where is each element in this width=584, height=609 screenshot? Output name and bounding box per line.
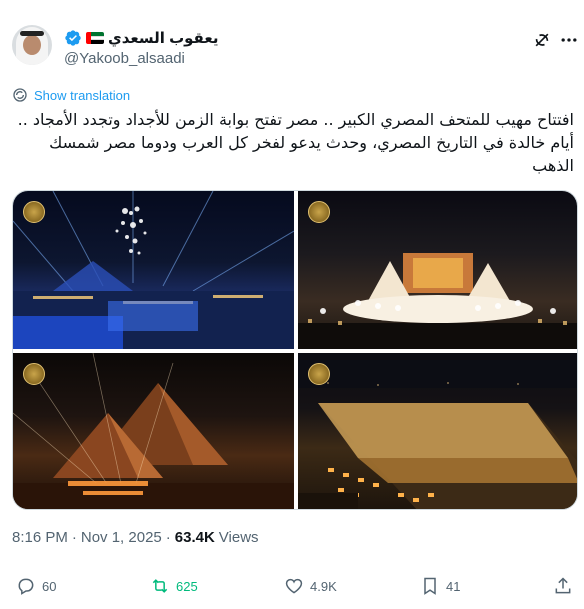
tweet-text: افتتاح مهيب للمتحف المصري الكبير .. مصر … xyxy=(12,108,574,177)
photo-pyramids-illuminated[interactable] xyxy=(13,353,294,509)
photo-museum-aerial[interactable] xyxy=(298,353,577,509)
media-grid xyxy=(12,190,578,510)
uae-flag-icon xyxy=(86,32,104,44)
share-icon xyxy=(555,577,571,594)
meta-separator: · xyxy=(71,529,77,546)
repost-count: 625 xyxy=(176,578,198,594)
tweet-text-line: أيام خالدة في التاريخ المصري، وحدث يدعو … xyxy=(49,133,574,152)
tweet-meta: 8:16 PM · Nov 1, 2025 · 63.4K Views xyxy=(12,529,259,546)
repost-button[interactable]: 625 xyxy=(150,574,198,598)
meta-separator: · xyxy=(165,529,171,546)
grok-icon[interactable] xyxy=(532,30,552,50)
show-translation[interactable]: Show translation xyxy=(12,86,130,104)
repost-icon xyxy=(152,579,168,593)
more-options-icon[interactable] xyxy=(559,30,579,50)
ministry-seal-logo xyxy=(23,201,45,223)
avatar-iqal xyxy=(20,31,44,36)
avatar[interactable] xyxy=(12,25,52,65)
heart-icon xyxy=(285,578,303,594)
reply-count: 60 xyxy=(42,578,57,594)
show-translation-link[interactable]: Show translation xyxy=(34,88,130,103)
bookmark-icon xyxy=(424,577,436,595)
avatar-face xyxy=(23,35,41,55)
views-count: 63.4K xyxy=(174,529,215,546)
reply-icon xyxy=(18,578,34,595)
photo-drone-show[interactable] xyxy=(13,191,294,349)
author-name-row[interactable]: يعقوب السعدي xyxy=(64,28,218,48)
reply-button[interactable]: 60 xyxy=(16,574,56,598)
like-button[interactable]: 4.9K xyxy=(284,574,337,598)
photo-stage-performance[interactable] xyxy=(298,191,577,349)
share-button[interactable] xyxy=(553,574,573,598)
author-handle[interactable]: @Yakoob_alsaadi xyxy=(64,50,185,67)
ministry-seal-logo xyxy=(23,363,45,385)
tweet-header: يعقوب السعدي @Yakoob_alsaadi xyxy=(0,0,584,78)
like-count: 4.9K xyxy=(310,578,337,594)
views-label: Views xyxy=(218,529,259,546)
translate-icon xyxy=(12,87,28,103)
tweet-text-line: افتتاح مهيب للمتحف المصري الكبير .. مصر … xyxy=(17,110,574,129)
ministry-seal-logo xyxy=(308,363,330,385)
tweet-time[interactable]: 8:16 PM xyxy=(12,529,68,546)
bookmark-button[interactable]: 41 xyxy=(420,574,460,598)
ministry-seal-logo xyxy=(308,201,330,223)
tweet-text-line: الذهب xyxy=(532,156,574,175)
verified-badge-icon xyxy=(64,29,82,47)
author-display-name[interactable]: يعقوب السعدي xyxy=(108,29,218,47)
action-bar: 60 625 4.9K 41 xyxy=(0,574,584,598)
tweet-date[interactable]: Nov 1, 2025 xyxy=(81,529,162,546)
bookmark-count: 41 xyxy=(446,578,461,594)
